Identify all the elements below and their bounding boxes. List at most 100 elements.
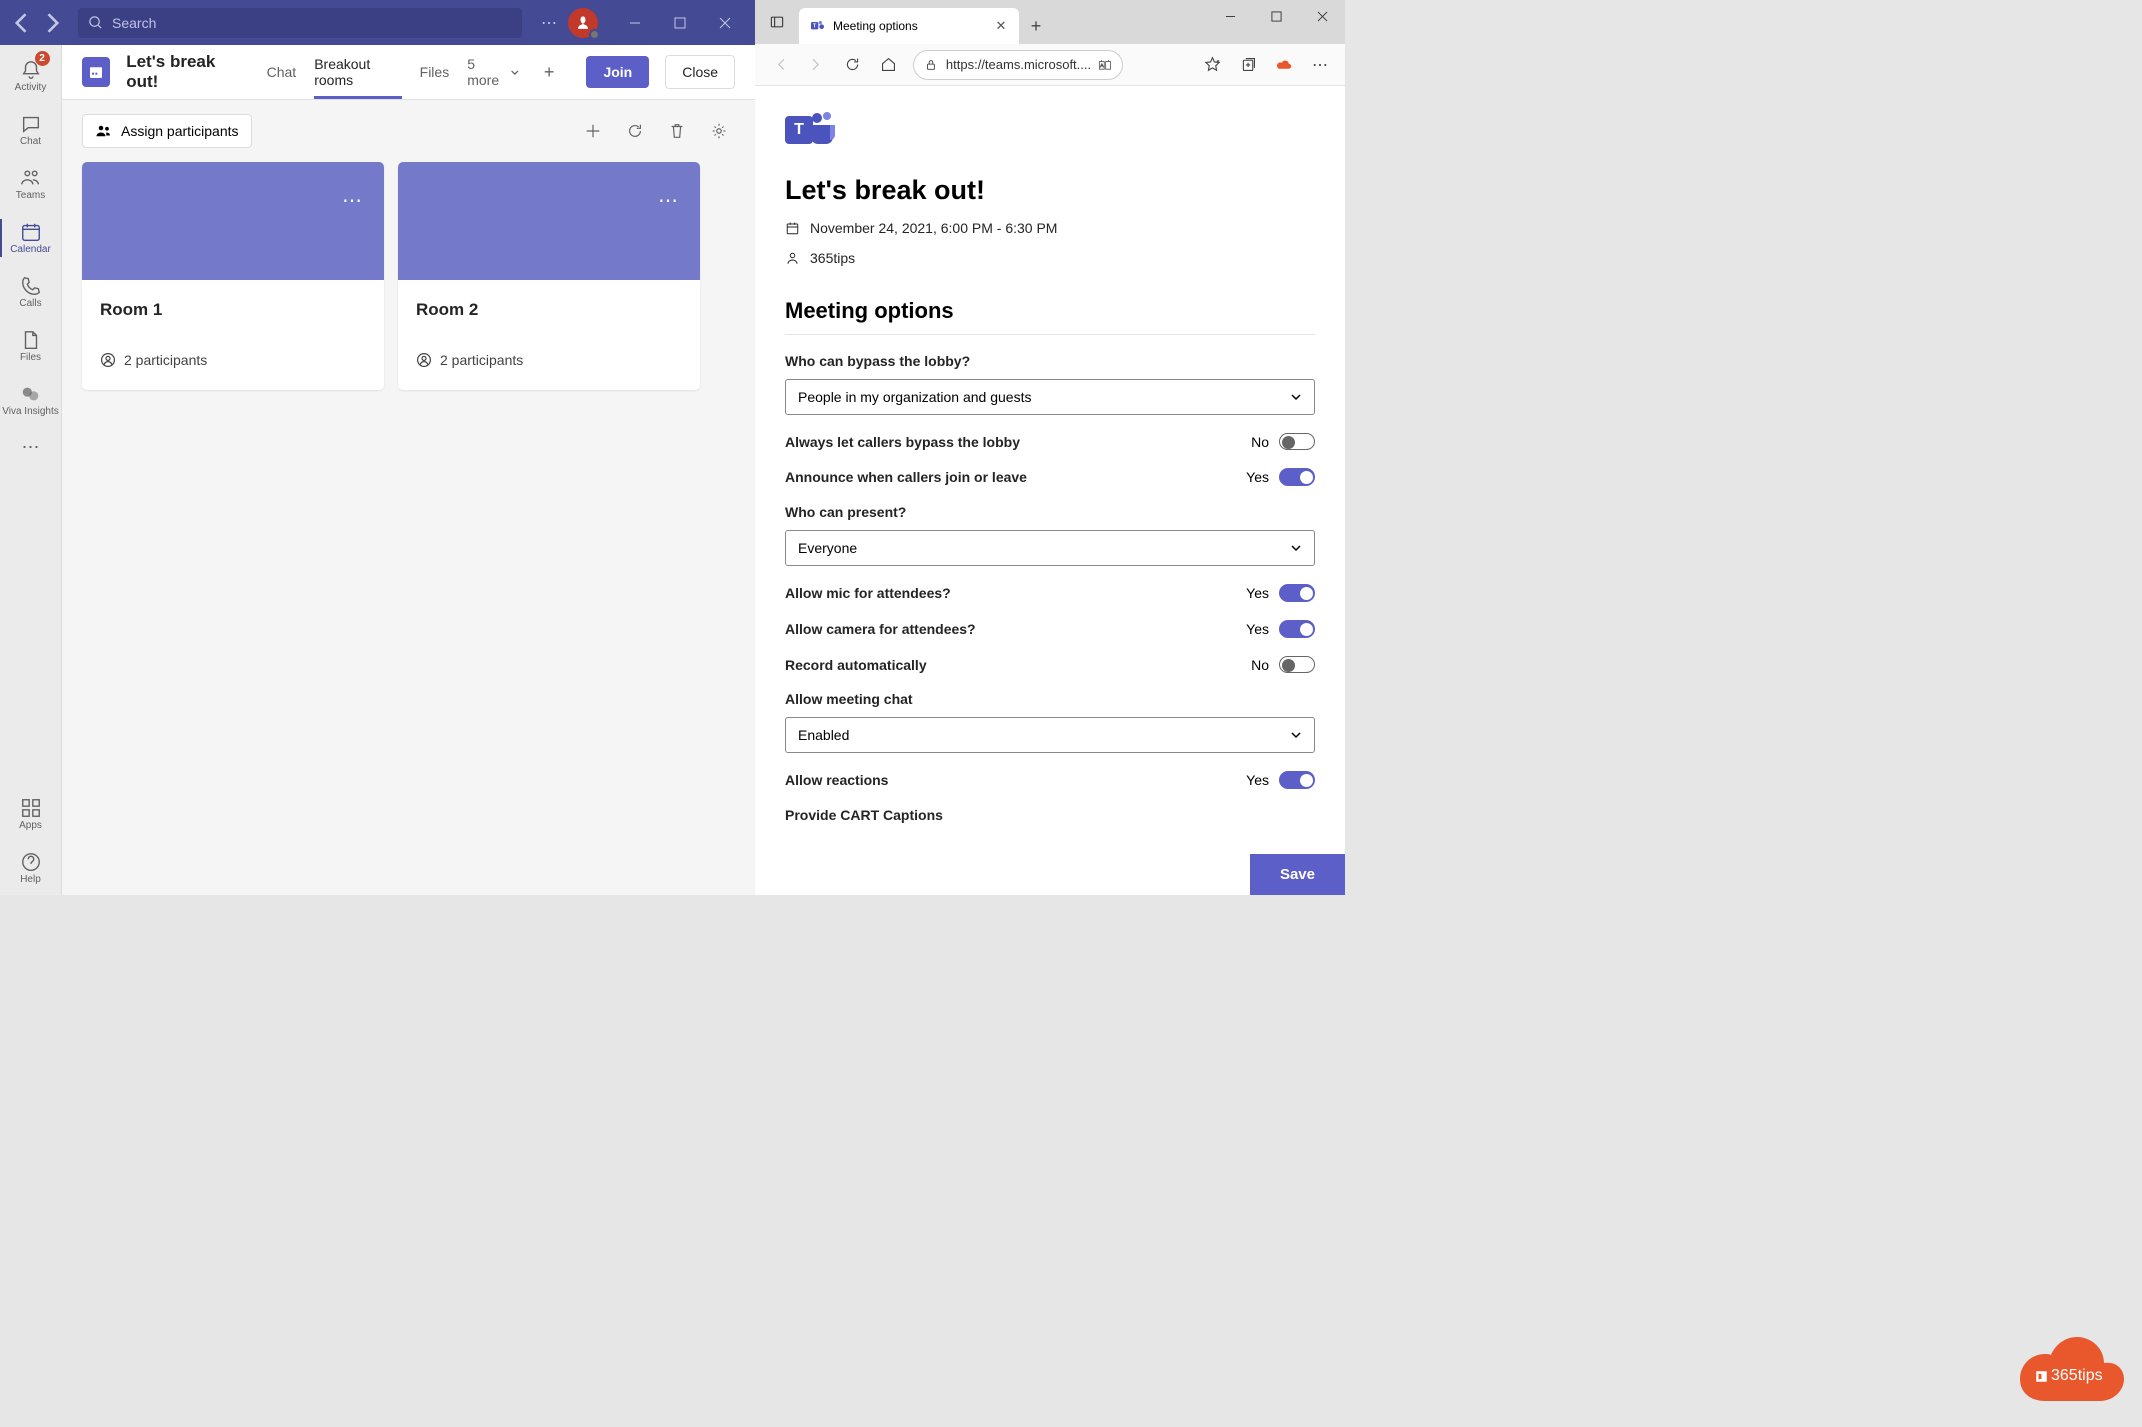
callers-bypass-label: Always let callers bypass the lobby [785,434,1020,450]
camera-toggle[interactable] [1279,620,1315,638]
announce-toggle[interactable] [1279,468,1315,486]
favorites-button[interactable] [1195,48,1229,82]
browser-minimize[interactable] [1207,0,1253,32]
browser-home[interactable] [871,48,905,82]
people-icon [95,122,113,140]
chevron-down-icon [1290,729,1302,741]
room-banner: ⋯ [398,162,700,280]
teams-favicon: T [809,18,825,34]
presence-indicator [589,29,600,40]
search-box[interactable] [78,8,522,38]
teams-app-window: ⋯ 2 Activity Chat Teams [0,0,755,895]
divider [785,334,1315,335]
reactions-toggle[interactable] [1279,771,1315,789]
browser-close[interactable] [1299,0,1345,32]
record-toggle[interactable] [1279,656,1315,673]
room-name: Room 2 [416,300,682,320]
rail-activity[interactable]: 2 Activity [0,49,62,103]
present-label: Who can present? [785,504,1315,520]
room-menu-button[interactable]: ⋯ [658,188,680,213]
rail-more[interactable]: ⋯ [22,427,40,468]
browser-back[interactable] [763,48,797,82]
present-select[interactable]: Everyone [785,530,1315,566]
rooms-settings-button[interactable] [703,115,735,147]
rail-apps[interactable]: Apps [0,787,62,841]
cloud-sync-icon[interactable] [1267,48,1301,82]
meeting-options-page: T Let's break out! November 24, 2021, 6:… [755,86,1345,895]
tabs-more[interactable]: 5 more [467,56,520,88]
lobby-bypass-label: Who can bypass the lobby? [785,353,1315,369]
reactions-label: Allow reactions [785,772,888,788]
meeting-header: Let's break out! Chat Breakout rooms Fil… [62,45,755,100]
search-input[interactable] [78,8,522,38]
svg-text:A: A [1100,63,1104,69]
forward-button[interactable] [38,9,66,37]
person-icon [100,352,116,368]
participants-count: 2 participants [124,352,207,368]
add-tab-button[interactable]: + [544,62,555,83]
tab-close-button[interactable]: ✕ [993,18,1009,34]
browser-tabstrip: T Meeting options ✕ + [755,0,1345,44]
reading-view-icon[interactable]: A [1098,58,1112,72]
tab-files[interactable]: Files [420,45,450,99]
recreate-rooms-button[interactable] [619,115,651,147]
search-icon [88,15,103,35]
calendar-icon [785,221,800,236]
close-meeting-button[interactable]: Close [665,55,735,89]
teams-logo: T [785,110,1315,149]
callers-bypass-toggle[interactable] [1279,433,1315,450]
section-heading: Meeting options [785,298,1315,324]
delete-rooms-button[interactable] [661,115,693,147]
more-menu[interactable]: ⋯ [534,13,564,33]
teams-main-area: Let's break out! Chat Breakout rooms Fil… [62,45,755,895]
camera-label: Allow camera for attendees? [785,621,976,637]
join-button[interactable]: Join [586,56,649,88]
person-icon [785,251,800,266]
tab-title: Meeting options [833,19,918,33]
rail-files[interactable]: Files [0,319,62,373]
rail-teams[interactable]: Teams [0,157,62,211]
rail-calendar[interactable]: Calendar [0,211,62,265]
rail-help[interactable]: Help [0,841,62,895]
room-name: Room 1 [100,300,366,320]
browser-refresh[interactable] [835,48,869,82]
announce-label: Announce when callers join or leave [785,469,1027,485]
mic-toggle[interactable] [1279,584,1315,602]
tab-chat[interactable]: Chat [267,45,297,99]
room-card[interactable]: ⋯ Room 1 2 participants [82,162,384,390]
save-button[interactable]: Save [1250,854,1345,895]
browser-window: T Meeting options ✕ + https://teams.micr… [755,0,1345,895]
minimize-button[interactable] [612,0,657,45]
browser-menu[interactable]: ⋯ [1303,48,1337,82]
lock-icon [924,58,938,72]
rooms-grid: ⋯ Room 1 2 participants ⋯ [62,162,755,390]
chat-label: Allow meeting chat [785,691,1315,707]
rail-chat[interactable]: Chat [0,103,62,157]
browser-tab[interactable]: T Meeting options ✕ [799,8,1019,44]
close-button[interactable] [702,0,747,45]
rail-calls[interactable]: Calls [0,265,62,319]
tab-breakout-rooms[interactable]: Breakout rooms [314,45,401,99]
room-card[interactable]: ⋯ Room 2 2 participants [398,162,700,390]
room-menu-button[interactable]: ⋯ [342,188,364,213]
meeting-organizer: 365tips [785,250,1315,266]
rail-viva[interactable]: Viva Insights [0,373,62,427]
watermark-logo: 365tips [2018,1335,2126,1401]
collections-button[interactable] [1231,48,1265,82]
maximize-button[interactable] [657,0,702,45]
address-bar[interactable]: https://teams.microsoft.... A [913,50,1123,80]
person-icon [416,352,432,368]
url-text: https://teams.microsoft.... [946,57,1090,72]
new-tab-button[interactable]: + [1021,11,1051,41]
back-button[interactable] [8,9,36,37]
lobby-bypass-select[interactable]: People in my organization and guests [785,379,1315,415]
chat-select[interactable]: Enabled [785,717,1315,753]
room-banner: ⋯ [82,162,384,280]
browser-forward[interactable] [799,48,833,82]
add-room-button[interactable] [577,115,609,147]
browser-maximize[interactable] [1253,0,1299,32]
teams-titlebar: ⋯ [0,0,755,45]
assign-participants-button[interactable]: Assign participants [82,114,252,148]
user-avatar[interactable] [568,8,598,38]
tab-actions-button[interactable] [759,4,795,40]
